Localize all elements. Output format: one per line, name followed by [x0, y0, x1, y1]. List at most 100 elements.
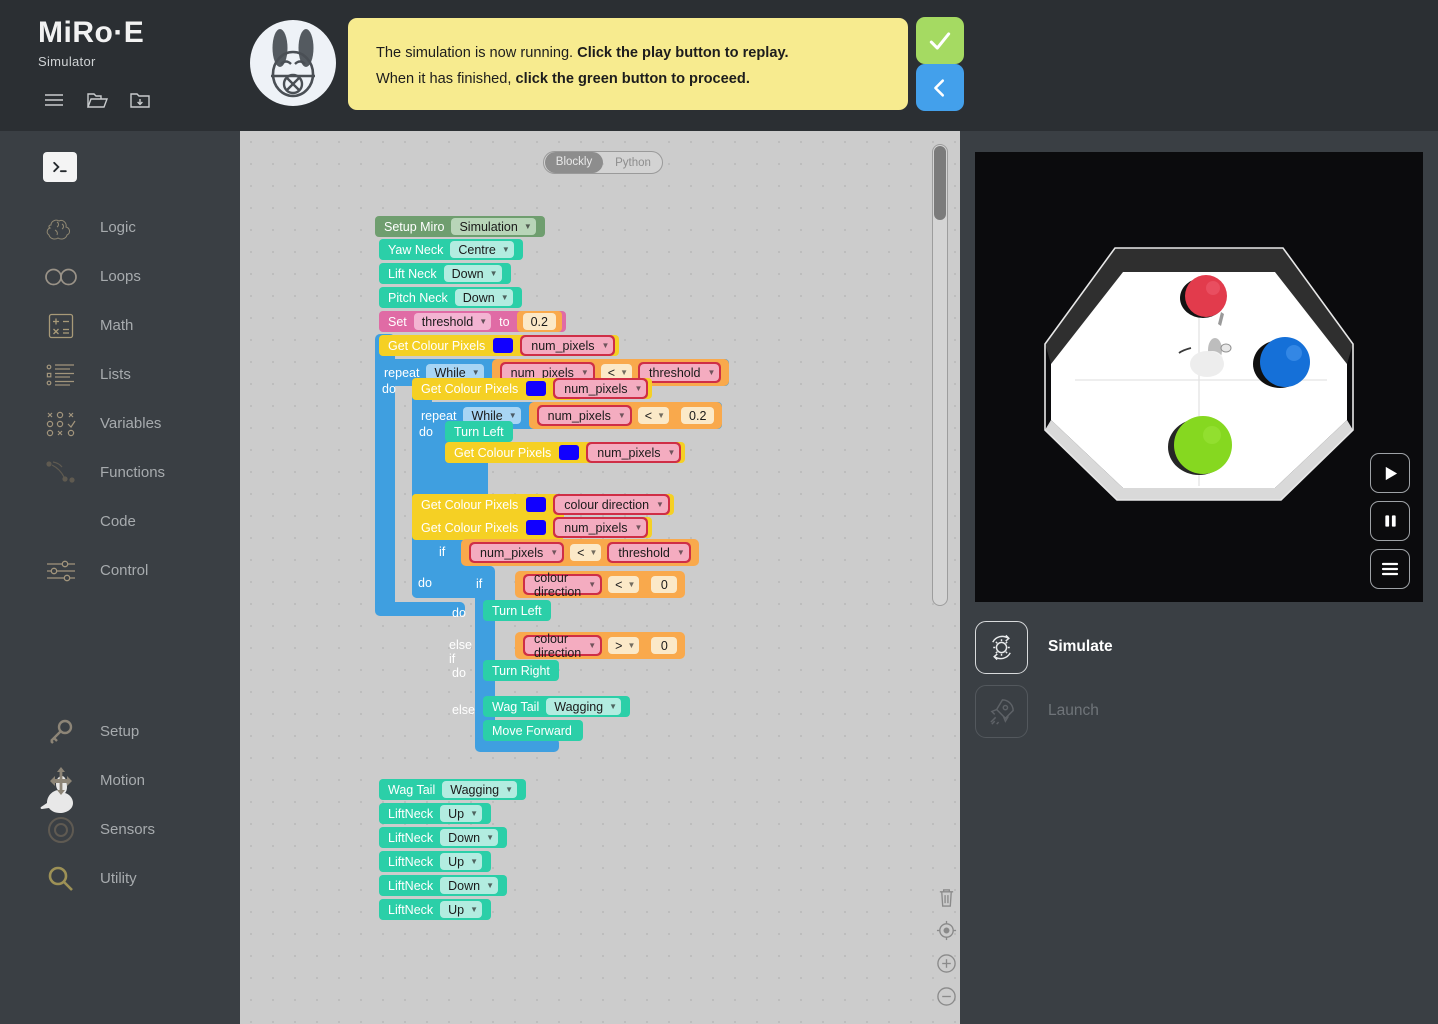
confirm-button[interactable]: [916, 17, 964, 64]
variable-dropdown[interactable]: threshold ▼: [640, 364, 720, 381]
block-setup-miro[interactable]: Setup Miro Simulation ▼: [375, 216, 545, 237]
folder-open-icon[interactable]: [85, 88, 109, 112]
setup-miro-dropdown[interactable]: Simulation ▼: [451, 218, 536, 235]
block-lift-neck-2[interactable]: LiftNeck Down ▼: [379, 827, 508, 848]
simulation-view[interactable]: [975, 152, 1423, 602]
compare-right[interactable]: threshold ▼: [607, 542, 691, 563]
block-lift-neck-3[interactable]: LiftNeck Up ▼: [379, 851, 492, 872]
block-get-colour-pixels-3[interactable]: Get Colour Pixels num_pixels ▼: [445, 442, 686, 463]
sidebar-item-code[interactable]: Code: [0, 497, 240, 546]
compare-left[interactable]: colour direction ▼: [523, 632, 603, 660]
block-turn-left-1[interactable]: Turn Left: [445, 421, 513, 442]
compare-left[interactable]: num_pixels ▼: [469, 542, 565, 563]
sim-menu-button[interactable]: [1370, 549, 1410, 589]
block-move-forward[interactable]: Move Forward: [483, 720, 583, 741]
block-lift-neck-5[interactable]: LiftNeck Up ▼: [379, 899, 492, 920]
zoom-out-icon[interactable]: [925, 980, 960, 1013]
compare-operator[interactable]: < ▼: [570, 544, 602, 561]
block-pitch-neck[interactable]: Pitch Neck Down ▼: [379, 287, 522, 308]
compare-block-if-outer[interactable]: num_pixels ▼ < ▼ threshold ▼: [461, 539, 699, 566]
block-wag-tail-inner[interactable]: Wag Tail Wagging ▼: [483, 696, 631, 717]
mode-launch[interactable]: Launch: [975, 679, 1113, 743]
sidebar-item-sensors[interactable]: Sensors: [0, 805, 240, 854]
play-button[interactable]: [1370, 453, 1410, 493]
target-variable-block[interactable]: num_pixels ▼: [586, 442, 682, 463]
lift-neck-dropdown[interactable]: Up ▼: [440, 805, 483, 822]
center-target-icon[interactable]: [925, 914, 960, 947]
colour-swatch[interactable]: [559, 445, 580, 460]
trash-icon[interactable]: [925, 881, 960, 914]
lift-neck-dropdown[interactable]: Down ▼: [440, 877, 499, 894]
sidebar-item-control[interactable]: Control: [0, 546, 240, 595]
tab-blockly[interactable]: Blockly: [545, 152, 603, 173]
colour-swatch[interactable]: [526, 497, 547, 512]
wag-tail-dropdown[interactable]: Wagging ▼: [442, 781, 518, 798]
mode-simulate[interactable]: Simulate: [975, 615, 1113, 679]
variable-dropdown[interactable]: num_pixels ▼: [471, 544, 563, 561]
block-get-colour-pixels-5[interactable]: Get Colour Pixels num_pixels ▼: [412, 517, 653, 538]
target-variable-block[interactable]: num_pixels ▼: [520, 335, 616, 356]
block-turn-right[interactable]: Turn Right: [483, 660, 559, 681]
variable-dropdown[interactable]: colour direction ▼: [525, 632, 601, 660]
compare-left[interactable]: colour direction ▼: [523, 571, 603, 599]
set-value[interactable]: 0.2: [522, 313, 556, 330]
sidebar-item-utility[interactable]: Utility: [0, 854, 240, 903]
tab-python[interactable]: Python: [604, 153, 662, 173]
compare-operator[interactable]: < ▼: [608, 576, 640, 593]
sidebar-item-motion[interactable]: Motion: [0, 756, 240, 805]
compare-right-number[interactable]: 0: [651, 576, 678, 593]
variable-dropdown[interactable]: colour direction ▼: [525, 571, 601, 599]
block-wag-tail-bottom[interactable]: Wag Tail Wagging ▼: [379, 779, 527, 800]
sidebar-item-lists[interactable]: Lists: [0, 350, 240, 399]
variable-dropdown[interactable]: colour direction ▼: [555, 496, 668, 513]
colour-swatch[interactable]: [493, 338, 514, 353]
block-get-colour-pixels-1[interactable]: Get Colour Pixels num_pixels ▼: [379, 335, 620, 356]
block-get-colour-pixels-2[interactable]: Get Colour Pixels num_pixels ▼: [412, 378, 653, 399]
variable-dropdown[interactable]: num_pixels ▼: [588, 444, 680, 461]
compare-right-number[interactable]: 0: [651, 637, 678, 654]
block-set-variable[interactable]: Set threshold ▼ to 0.2: [379, 311, 566, 332]
compare-right-number[interactable]: 0.2: [681, 407, 715, 424]
sidebar-item-setup[interactable]: Setup: [0, 707, 240, 756]
compare-operator[interactable]: > ▼: [608, 637, 640, 654]
colour-swatch[interactable]: [526, 520, 547, 535]
block-lift-neck-4[interactable]: LiftNeck Down ▼: [379, 875, 508, 896]
back-button[interactable]: [916, 64, 964, 111]
variable-dropdown[interactable]: threshold ▼: [609, 544, 689, 561]
variable-dropdown[interactable]: num_pixels ▼: [538, 407, 630, 424]
sidebar-item-functions[interactable]: Functions: [0, 448, 240, 497]
lift-neck-dropdown[interactable]: Down ▼: [443, 265, 502, 282]
sidebar-item-variables[interactable]: Variables: [0, 399, 240, 448]
blockly-workspace[interactable]: Blockly Python Setup Miro Simulation ▼ Y…: [240, 131, 960, 1024]
compare-block-2[interactable]: num_pixels ▼ < ▼ 0.2: [528, 402, 723, 429]
compare-block-else-if[interactable]: colour direction ▼ > ▼ 0: [515, 632, 686, 660]
compare-block-if-inner[interactable]: colour direction ▼ < ▼ 0: [515, 571, 686, 599]
scrollbar-thumb[interactable]: [934, 146, 946, 220]
block-turn-left-2[interactable]: Turn Left: [483, 600, 551, 621]
variable-dropdown[interactable]: num_pixels ▼: [555, 519, 647, 536]
sidebar-item-math[interactable]: Math: [0, 301, 240, 350]
variable-dropdown[interactable]: num_pixels ▼: [522, 337, 614, 354]
folder-download-icon[interactable]: [128, 88, 152, 112]
target-variable-block[interactable]: colour direction ▼: [553, 494, 670, 515]
block-get-colour-pixels-4[interactable]: Get Colour Pixels colour direction ▼: [412, 494, 674, 515]
lift-neck-dropdown[interactable]: Up ▼: [440, 853, 483, 870]
menu-icon[interactable]: [42, 88, 66, 112]
compare-operator[interactable]: < ▼: [637, 407, 670, 424]
colour-swatch[interactable]: [526, 381, 547, 396]
block-lift-neck-1[interactable]: LiftNeck Up ▼: [379, 803, 492, 824]
block-lift-neck[interactable]: Lift Neck Down ▼: [379, 263, 511, 284]
zoom-in-icon[interactable]: [925, 947, 960, 980]
block-yaw-neck[interactable]: Yaw Neck Centre ▼: [379, 239, 523, 260]
target-variable-block[interactable]: num_pixels ▼: [553, 517, 649, 538]
sidebar-item-loops[interactable]: Loops: [0, 252, 240, 301]
compare-left[interactable]: num_pixels ▼: [536, 405, 632, 426]
lift-neck-dropdown[interactable]: Up ▼: [440, 901, 483, 918]
pause-button[interactable]: [1370, 501, 1410, 541]
workspace-scrollbar[interactable]: [932, 144, 948, 606]
wag-tail-dropdown[interactable]: Wagging ▼: [546, 698, 622, 715]
lift-neck-dropdown[interactable]: Down ▼: [440, 829, 499, 846]
variable-dropdown[interactable]: threshold ▼: [413, 313, 492, 330]
pitch-neck-dropdown[interactable]: Down ▼: [454, 289, 513, 306]
variable-dropdown[interactable]: num_pixels ▼: [555, 380, 647, 397]
